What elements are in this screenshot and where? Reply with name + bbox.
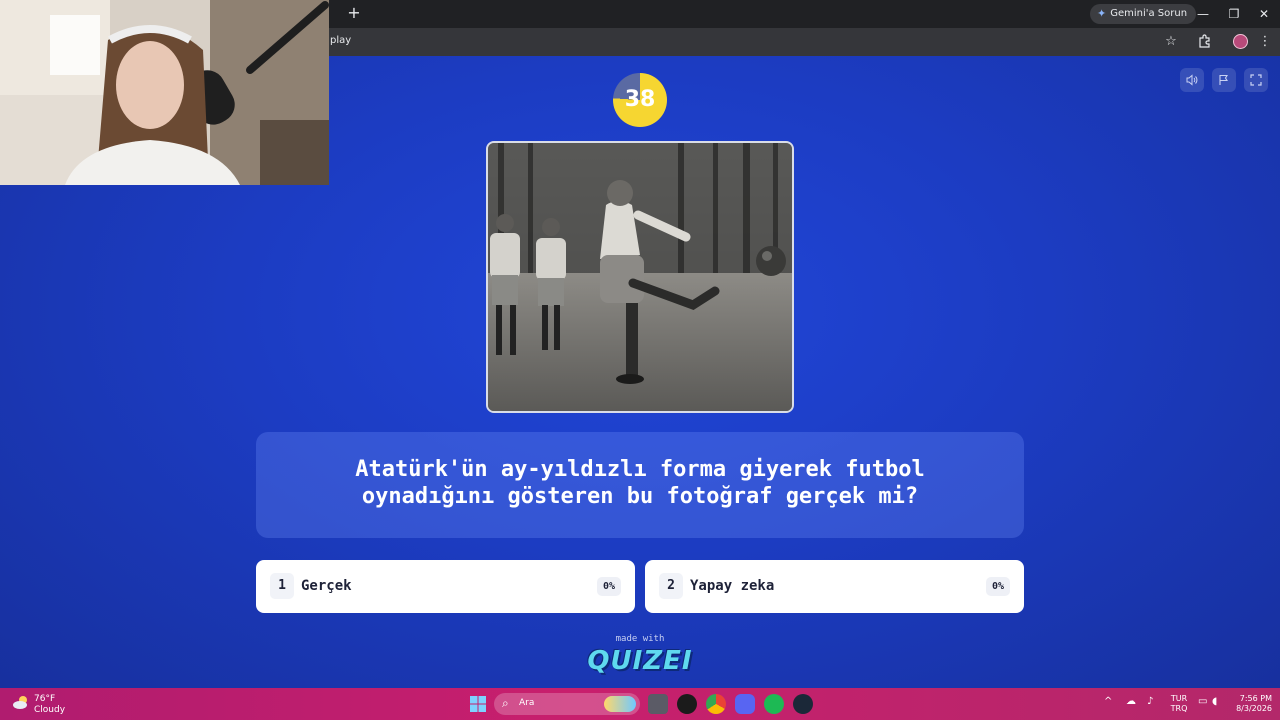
chrome-icon[interactable] [706, 694, 726, 714]
steam-icon[interactable] [793, 694, 813, 714]
clock-date: 8/3/2026 [1236, 704, 1272, 713]
cloudy-weather-icon[interactable] [12, 694, 30, 712]
extensions-icon[interactable] [1197, 34, 1213, 50]
question-text: Atatürk'ün ay-yıldızlı forma giyerek fut… [355, 457, 925, 509]
system-clock[interactable]: 7:56 PM 8/3/2026 [1228, 694, 1272, 714]
language-code: TUR [1170, 694, 1188, 703]
input-language[interactable]: TUR TRQ [1170, 694, 1188, 714]
answer-label: Gerçek [301, 578, 352, 594]
weather-temperature[interactable]: 76°F [34, 694, 55, 704]
fullscreen-icon[interactable] [1244, 68, 1268, 92]
windows-taskbar: 76°F Cloudy ⌕ Ara ^ ☁ ♪ TUR TRQ ▭ ◖ 7:56… [0, 688, 1280, 720]
windows-start-icon[interactable] [468, 694, 488, 714]
gemini-star-icon: ✦ [1097, 7, 1107, 20]
display-icon[interactable]: ▭ [1198, 696, 1207, 707]
new-tab-button[interactable]: + [346, 5, 362, 21]
answer-number: 1 [270, 573, 294, 599]
taskbar-search[interactable]: ⌕ Ara [494, 693, 640, 715]
question-card: Atatürk'ün ay-yıldızlı forma giyerek fut… [256, 432, 1024, 538]
search-icon: ⌕ [502, 696, 509, 710]
clock-time: 7:56 PM [1239, 694, 1272, 703]
question-photo [486, 141, 794, 413]
keyboard-layout: TRQ [1170, 704, 1188, 713]
answer-label: Yapay zeka [690, 578, 775, 594]
bookmark-star-icon[interactable]: ☆ [1163, 34, 1179, 50]
microphone-icon[interactable]: ♪ [1147, 696, 1153, 707]
gemini-label: Gemini'a Sorun [1110, 8, 1188, 19]
answer-option-2[interactable]: 2 Yapay zeka 0% [645, 560, 1024, 613]
answer-percent: 0% [596, 577, 621, 596]
volume-icon[interactable] [1180, 68, 1204, 92]
speaker-icon[interactable]: ◖ [1212, 696, 1217, 707]
obs-icon[interactable] [677, 694, 697, 714]
football-photo-illustration [488, 143, 792, 411]
flag-icon[interactable] [1212, 68, 1236, 92]
maximize-button[interactable]: ❐ [1222, 4, 1246, 24]
spotify-icon[interactable] [764, 694, 784, 714]
discord-icon[interactable] [735, 694, 755, 714]
answer-percent: 0% [985, 577, 1010, 596]
countdown-timer: 38 [613, 73, 667, 127]
browser-menu-icon[interactable]: ⋮ [1257, 34, 1273, 50]
task-view-icon[interactable] [648, 694, 668, 714]
search-placeholder: Ara [519, 698, 535, 708]
webcam-overlay [0, 0, 329, 185]
network-cloud-icon[interactable]: ☁ [1126, 696, 1136, 707]
made-with-text: made with [615, 634, 665, 644]
search-highlight-icon [604, 696, 636, 712]
answer-number: 2 [659, 573, 683, 599]
url-text[interactable]: play [330, 35, 351, 46]
quizei-logo[interactable]: QUIZEI [540, 646, 740, 676]
gemini-button[interactable]: ✦ Gemini'a Sorun [1090, 4, 1197, 24]
weather-description[interactable]: Cloudy [34, 705, 65, 715]
tray-expand-icon[interactable]: ^ [1104, 696, 1112, 707]
answer-option-1[interactable]: 1 Gerçek 0% [256, 560, 635, 613]
minimize-button[interactable]: — [1191, 4, 1215, 24]
webcam-feed-illustration [0, 0, 329, 185]
close-window-button[interactable]: ✕ [1252, 4, 1276, 24]
profile-avatar[interactable] [1233, 34, 1248, 49]
timer-value: 38 [624, 87, 656, 112]
